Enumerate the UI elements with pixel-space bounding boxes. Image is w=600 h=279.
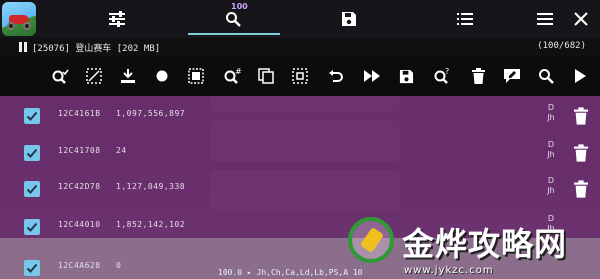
process-info-bar: [25076] 登山赛车 [202 MB] (100/682)	[0, 38, 600, 56]
top-toolbar: 100	[0, 0, 600, 38]
svg-text:#: #	[235, 67, 241, 76]
row-address: 12C4A628	[58, 261, 101, 270]
select-box-icon[interactable]	[82, 64, 106, 88]
row-address: 12C44010	[58, 220, 101, 229]
search-plus-icon[interactable]: #	[220, 64, 244, 88]
flag-jh: Jh	[547, 150, 555, 159]
flag-d: D	[547, 103, 555, 112]
result-count: (100/682)	[537, 41, 586, 51]
close-icon[interactable]	[564, 4, 598, 34]
record-dot-icon[interactable]	[150, 64, 174, 88]
edit-tag-icon[interactable]	[500, 64, 524, 88]
select-inner-icon[interactable]	[288, 64, 312, 88]
delete-row-icon[interactable]	[574, 144, 588, 162]
row-checkbox[interactable]	[24, 181, 40, 197]
watermark-text: 金烨攻略网	[402, 225, 568, 263]
select-all-icon[interactable]	[184, 64, 208, 88]
watermark: 金烨攻略网 www.jykzc.com	[340, 213, 600, 279]
delete-row-icon[interactable]	[574, 180, 588, 198]
pause-icon[interactable]	[18, 42, 28, 52]
row-checkbox[interactable]	[24, 219, 40, 235]
row-flags: D Jh	[543, 103, 559, 123]
search-tick-icon[interactable]	[48, 64, 72, 88]
results-badge: 100	[231, 2, 248, 11]
search-icon[interactable]	[534, 64, 558, 88]
play-icon[interactable]	[568, 64, 592, 88]
copy-icon[interactable]	[254, 64, 278, 88]
row-flags: D Jh	[543, 140, 559, 160]
settings-sliders-icon[interactable]	[100, 4, 134, 34]
import-icon[interactable]	[116, 64, 140, 88]
table-row[interactable]: 12C41708 24 D Jh	[0, 133, 600, 173]
search-help-icon[interactable]: ?	[430, 64, 454, 88]
row-checkbox[interactable]	[24, 145, 40, 161]
hill-climb-racing-app-icon[interactable]	[2, 2, 36, 36]
row-address: 12C41708	[58, 146, 101, 155]
row-checkbox[interactable]	[24, 260, 40, 276]
save-icon[interactable]	[394, 64, 418, 88]
save-icon[interactable]	[332, 4, 366, 34]
row-value[interactable]: 1,127,049,338	[116, 182, 185, 191]
flag-jh: Jh	[547, 186, 555, 195]
row-checkbox[interactable]	[24, 108, 40, 124]
flag-d: D	[547, 140, 555, 149]
row-address: 12C42D78	[58, 182, 101, 191]
list-icon[interactable]	[448, 4, 482, 34]
delete-icon[interactable]	[466, 64, 490, 88]
action-toolbar: # ?	[0, 56, 600, 96]
svg-text:?: ?	[445, 67, 449, 76]
table-row[interactable]: 12C42D78 1,127,049,338 D Jh	[0, 169, 600, 209]
process-label: [25076] 登山赛车 [202 MB]	[32, 44, 161, 54]
menu-icon[interactable]	[528, 4, 562, 34]
watermark-url: www.jykzc.com	[404, 265, 494, 276]
row-value[interactable]: 1,097,556,897	[116, 109, 185, 118]
row-flags: D Jh	[543, 176, 559, 196]
row-value[interactable]: 0	[116, 261, 121, 270]
active-tab-indicator	[188, 33, 280, 35]
row-value[interactable]: 24	[116, 146, 127, 155]
table-row[interactable]: 12C4161B 1,097,556,897 D Jh	[0, 96, 600, 136]
undo-icon[interactable]	[324, 64, 348, 88]
watermark-logo-icon	[348, 217, 394, 263]
flag-d: D	[547, 176, 555, 185]
flag-jh: Jh	[547, 113, 555, 122]
delete-row-icon[interactable]	[574, 107, 588, 125]
row-value[interactable]: 1,852,142,102	[116, 220, 185, 229]
fast-forward-icon[interactable]	[360, 64, 384, 88]
row-address: 12C4161B	[58, 109, 101, 118]
